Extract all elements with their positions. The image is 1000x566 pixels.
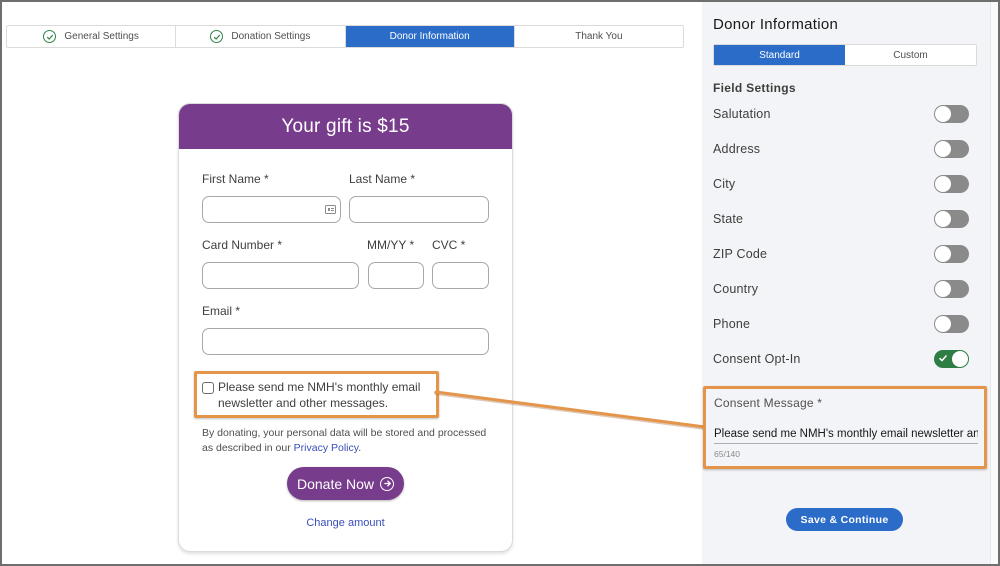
path-step-donor-information[interactable]: Donor Information — [345, 26, 515, 47]
donate-now-button[interactable]: Donate Now — [287, 467, 404, 500]
newsletter-optin-highlight: Please send me NMH's monthly email newsl… — [194, 371, 439, 418]
cvc-input[interactable] — [432, 262, 489, 289]
field-settings-heading: Field Settings — [713, 81, 796, 95]
consent-message-label: Consent Message * — [714, 396, 823, 410]
setting-salutation: Salutation — [713, 105, 969, 125]
donate-now-label: Donate Now — [296, 475, 375, 492]
tab-custom[interactable]: Custom — [845, 45, 976, 65]
path-step-thank-you[interactable]: Thank You — [515, 26, 683, 47]
email-input[interactable] — [202, 328, 489, 355]
path-step-general-settings[interactable]: General Settings — [7, 26, 177, 47]
path-step-label: Donation Settings — [231, 31, 311, 42]
newsletter-optin-label: Please send me NMH's monthly email newsl… — [218, 380, 421, 410]
toggle-knob — [935, 316, 951, 332]
setup-path: General Settings Donation Settings Donor… — [6, 25, 684, 48]
expiry-label: MM/YY * — [367, 238, 415, 252]
consent-message-char-count: 65/140 — [714, 449, 740, 459]
setting-city: City — [713, 175, 969, 195]
toggle-knob — [935, 141, 951, 157]
path-step-label: Thank You — [575, 31, 623, 42]
check-circle-icon — [210, 30, 224, 43]
zip-code-toggle[interactable] — [934, 245, 969, 263]
setting-address: Address — [713, 140, 969, 160]
privacy-period: . — [358, 442, 362, 454]
setting-label: Country — [713, 282, 759, 296]
donation-form-card: Your gift is $15 First Name * Last Name … — [178, 103, 513, 552]
field-mode-toggle: Standard Custom — [713, 44, 977, 66]
settings-panel: Donor Information Standard Custom Field … — [702, 2, 990, 564]
country-toggle[interactable] — [934, 280, 969, 298]
arrow-right-circle-icon — [380, 476, 395, 491]
setting-state: State — [713, 210, 969, 230]
path-step-donation-settings[interactable]: Donation Settings — [176, 26, 346, 47]
setting-phone: Phone — [713, 315, 969, 335]
setting-label: Phone — [713, 317, 751, 331]
setting-zip-code: ZIP Code — [713, 245, 969, 265]
toggle-knob — [935, 106, 951, 122]
gift-amount-header: Your gift is $15 — [179, 104, 512, 149]
toggle-knob — [935, 246, 951, 262]
checkmark-icon — [938, 354, 948, 362]
first-name-input[interactable] — [202, 196, 341, 223]
setting-label: City — [713, 177, 736, 191]
toggle-knob — [935, 211, 951, 227]
setting-consent-opt-in: Consent Opt-In — [713, 350, 969, 370]
setting-label: Consent Opt-In — [713, 352, 801, 366]
change-amount-link[interactable]: Change amount — [179, 517, 512, 529]
panel-edge — [990, 2, 998, 564]
setting-country: Country — [713, 280, 969, 300]
cvc-label: CVC * — [432, 238, 466, 252]
consent-message-input[interactable]: Please send me NMH's monthly email newsl… — [714, 426, 978, 444]
state-toggle[interactable] — [934, 210, 969, 228]
consent-opt-in-toggle[interactable] — [934, 350, 969, 368]
setting-label: Address — [713, 142, 761, 156]
toggle-knob — [935, 176, 951, 192]
phone-toggle[interactable] — [934, 315, 969, 333]
privacy-policy-link[interactable]: Privacy Policy — [294, 442, 359, 454]
check-circle-icon — [43, 30, 57, 43]
email-label: Email * — [202, 304, 241, 318]
privacy-notice: By donating, your personal data will be … — [202, 426, 492, 456]
first-name-label: First Name * — [202, 172, 269, 186]
panel-title: Donor Information — [713, 16, 839, 33]
setting-label: State — [713, 212, 744, 226]
consent-message-highlight: Consent Message * Please send me NMH's m… — [703, 386, 987, 469]
card-number-label: Card Number * — [202, 238, 283, 252]
city-toggle[interactable] — [934, 175, 969, 193]
tab-standard[interactable]: Standard — [714, 45, 845, 65]
salutation-toggle[interactable] — [934, 105, 969, 123]
last-name-label: Last Name * — [349, 172, 416, 186]
setting-label: ZIP Code — [713, 247, 768, 261]
save-and-continue-button[interactable]: Save & Continue — [786, 508, 903, 531]
card-number-input[interactable] — [202, 262, 359, 289]
toggle-knob — [952, 351, 968, 367]
setting-label: Salutation — [713, 107, 771, 121]
path-step-label: General Settings — [64, 31, 139, 42]
last-name-input[interactable] — [349, 196, 489, 223]
address-toggle[interactable] — [934, 140, 969, 158]
toggle-knob — [935, 281, 951, 297]
newsletter-optin-checkbox[interactable] — [202, 382, 214, 394]
path-step-label: Donor Information — [389, 31, 470, 42]
contact-card-icon — [325, 205, 336, 214]
expiry-input[interactable] — [368, 262, 424, 289]
